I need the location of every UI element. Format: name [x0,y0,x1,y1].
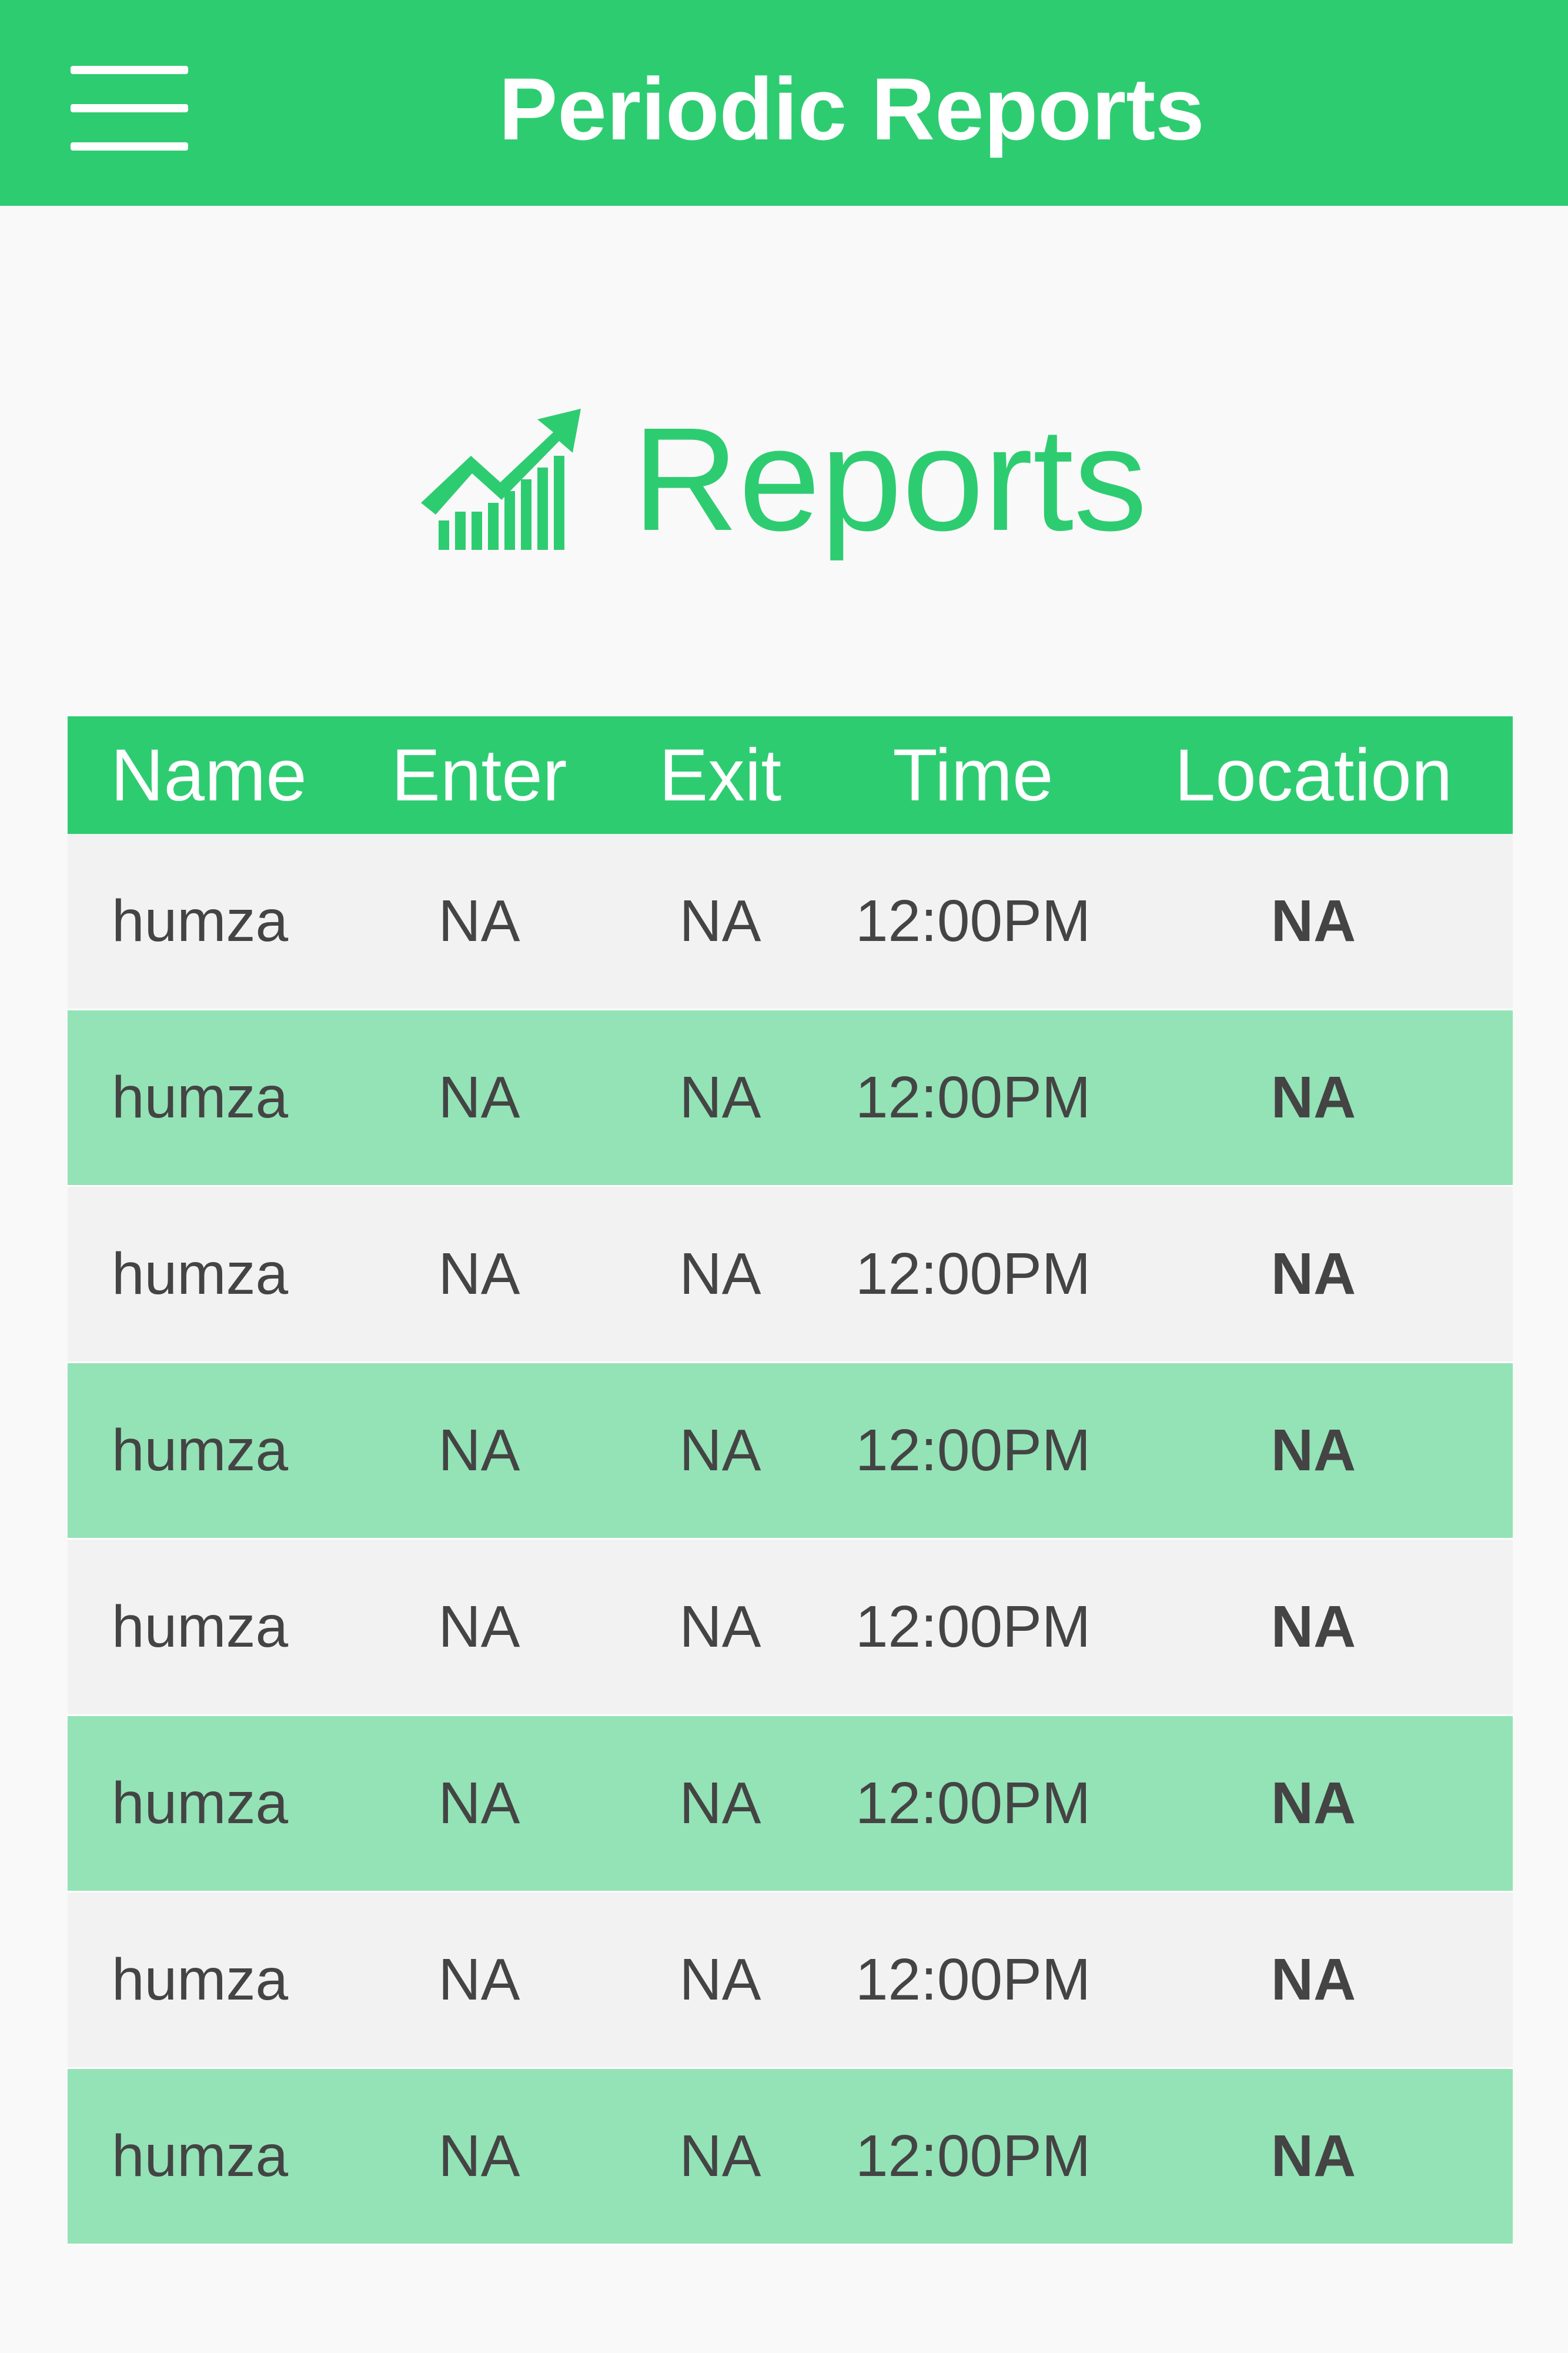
cell-time: 12:00PM [855,1594,1091,1660]
cell-time: 12:00PM [855,1064,1091,1130]
cell-location: NA [1271,1770,1356,1836]
cell-time: 12:00PM [855,1947,1091,2012]
cell-name: humza [112,1770,289,1836]
table-row: humza NA NA 12:00PM NA [68,1363,1513,1540]
column-header-exit: Exit [658,734,782,816]
cell-location: NA [1271,2123,1356,2189]
reports-table: Name Enter Exit Time Location humza NA N… [68,716,1513,2245]
cell-name: humza [112,1947,289,2012]
reports-header: Reports [0,382,1568,576]
cell-time: 12:00PM [855,2123,1091,2189]
cell-exit: NA [679,1417,761,1483]
cell-enter: NA [438,1594,520,1660]
cell-time: 12:00PM [855,1241,1091,1307]
cell-exit: NA [679,1947,761,2012]
table-row: humza NA NA 12:00PM NA [68,2069,1513,2245]
table-row: humza NA NA 12:00PM NA [68,1540,1513,1716]
cell-time: 12:00PM [855,1417,1091,1483]
column-header-location: Location [1174,734,1453,816]
table-row: humza NA NA 12:00PM NA [68,1716,1513,1893]
cell-name: humza [112,1594,289,1660]
cell-name: humza [112,888,289,954]
column-header-enter: Enter [391,734,567,816]
cell-name: humza [112,2123,289,2189]
cell-exit: NA [679,1241,761,1307]
cell-time: 12:00PM [855,1770,1091,1836]
cell-exit: NA [679,888,761,954]
cell-enter: NA [438,1947,520,2012]
table-row: humza NA NA 12:00PM NA [68,1893,1513,2069]
cell-enter: NA [438,1770,520,1836]
cell-exit: NA [679,1594,761,1660]
cell-name: humza [112,1064,289,1130]
table-header: Name Enter Exit Time Location [68,716,1513,834]
cell-location: NA [1271,888,1356,954]
page-title: Reports [632,397,1148,561]
cell-enter: NA [438,1241,520,1307]
cell-enter: NA [438,2123,520,2189]
cell-location: NA [1271,1417,1356,1483]
app-bar: Periodic Reports [0,0,1568,206]
cell-location: NA [1271,1947,1356,2012]
cell-exit: NA [679,2123,761,2189]
app-title: Periodic Reports [499,59,1205,158]
cell-name: humza [112,1417,289,1483]
cell-exit: NA [679,1064,761,1130]
column-header-name: Name [111,734,307,816]
cell-enter: NA [438,1064,520,1130]
table-row: humza NA NA 12:00PM NA [68,1187,1513,1363]
cell-location: NA [1271,1064,1356,1130]
column-header-time: Time [892,734,1054,816]
cell-time: 12:00PM [855,888,1091,954]
table-row: humza NA NA 12:00PM NA [68,834,1513,1010]
cell-enter: NA [438,1417,520,1483]
trending-up-chart-icon [420,409,581,550]
cell-name: humza [112,1241,289,1307]
cell-enter: NA [438,888,520,954]
cell-location: NA [1271,1241,1356,1307]
cell-exit: NA [679,1770,761,1836]
table-row: humza NA NA 12:00PM NA [68,1010,1513,1187]
cell-location: NA [1271,1594,1356,1660]
